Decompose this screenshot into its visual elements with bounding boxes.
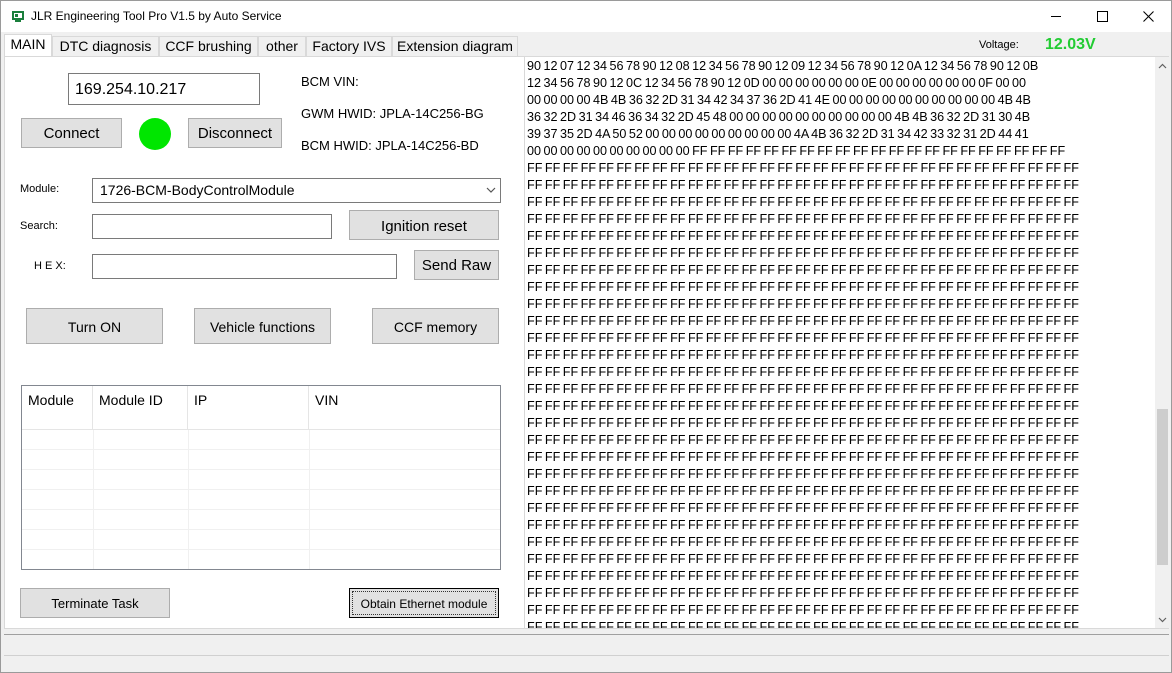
search-label: Search: <box>20 220 58 232</box>
hex-line: FF FF FF FF FF FF FF FF FF FF FF FF FF F… <box>527 161 1079 175</box>
table-row[interactable] <box>22 490 500 510</box>
column-header-module[interactable]: Module <box>22 386 93 430</box>
hex-line: 00 00 00 00 00 00 00 00 00 00 FF FF FF F… <box>527 144 1066 158</box>
scroll-up-icon <box>1158 63 1166 68</box>
table-row[interactable] <box>22 550 500 569</box>
gwm-hwid-label: GWM HWID: JPLA-14C256-BG <box>301 106 484 121</box>
hex-line: FF FF FF FF FF FF FF FF FF FF FF FF FF F… <box>527 314 1079 328</box>
chevron-down-icon <box>486 187 496 193</box>
hex-line: FF FF FF FF FF FF FF FF FF FF FF FF FF F… <box>527 297 1079 311</box>
connect-button[interactable]: Connect <box>21 118 122 148</box>
connection-status-indicator <box>139 118 171 150</box>
hex-line: FF FF FF FF FF FF FF FF FF FF FF FF FF F… <box>527 518 1079 532</box>
tab-ccf-brushing[interactable]: CCF brushing <box>159 36 258 57</box>
table-row[interactable] <box>22 430 500 450</box>
hex-line: FF FF FF FF FF FF FF FF FF FF FF FF FF F… <box>527 586 1079 600</box>
tab-factory-ivs[interactable]: Factory IVS <box>306 36 392 57</box>
bcm-vin-label: BCM VIN: <box>301 74 359 89</box>
hex-dump-textarea[interactable]: 90 12 07 12 34 56 78 90 12 08 12 34 56 7… <box>524 57 1155 628</box>
minimize-icon <box>1050 16 1061 17</box>
scroll-up-button[interactable] <box>1155 57 1169 74</box>
column-header-module-id[interactable]: Module ID <box>93 386 188 430</box>
bcm-hwid-label: BCM HWID: JPLA-14C256-BD <box>301 138 479 153</box>
hex-line: FF FF FF FF FF FF FF FF FF FF FF FF FF F… <box>527 195 1079 209</box>
close-icon <box>1142 11 1154 22</box>
hex-line: FF FF FF FF FF FF FF FF FF FF FF FF FF F… <box>527 433 1079 447</box>
hex-line: FF FF FF FF FF FF FF FF FF FF FF FF FF F… <box>527 603 1079 617</box>
tab-main[interactable]: MAIN <box>4 34 52 57</box>
module-select-value: 1726-BCM-BodyControlModule <box>100 182 295 198</box>
tab-other[interactable]: other <box>258 36 306 57</box>
hex-line: FF FF FF FF FF FF FF FF FF FF FF FF FF F… <box>527 212 1079 226</box>
table-row[interactable] <box>22 450 500 470</box>
hex-dump-scrollbar[interactable] <box>1155 57 1169 628</box>
hex-input[interactable] <box>92 254 397 279</box>
ip-address-input[interactable]: 169.254.10.217 <box>68 73 260 105</box>
close-button[interactable] <box>1125 1 1171 32</box>
search-input[interactable] <box>92 214 332 239</box>
table-row[interactable] <box>22 470 500 490</box>
hex-line: 90 12 07 12 34 56 78 90 12 08 12 34 56 7… <box>527 59 1039 73</box>
window-title: JLR Engineering Tool Pro V1.5 by Auto Se… <box>31 9 282 23</box>
hex-line: 36 32 2D 31 34 46 36 34 32 2D 45 48 00 0… <box>527 110 1031 124</box>
maximize-icon <box>1096 11 1108 22</box>
hex-line: FF FF FF FF FF FF FF FF FF FF FF FF FF F… <box>527 552 1079 566</box>
voltage-label: Voltage: <box>979 39 1019 51</box>
hex-line: FF FF FF FF FF FF FF FF FF FF FF FF FF F… <box>527 280 1079 294</box>
hex-line: FF FF FF FF FF FF FF FF FF FF FF FF FF F… <box>527 399 1079 413</box>
hex-line: FF FF FF FF FF FF FF FF FF FF FF FF FF F… <box>527 178 1079 192</box>
app-window: JLR Engineering Tool Pro V1.5 by Auto Se… <box>0 0 1172 673</box>
hex-line: 39 37 35 2D 4A 50 52 00 00 00 00 00 00 0… <box>527 127 1029 141</box>
tab-extension-diagram[interactable]: Extension diagram <box>392 36 518 57</box>
hex-line: FF FF FF FF FF FF FF FF FF FF FF FF FF F… <box>527 246 1079 260</box>
disconnect-button[interactable]: Disconnect <box>188 118 282 148</box>
table-header: Module Module ID IP VIN <box>22 386 500 430</box>
table-row[interactable] <box>22 530 500 550</box>
hex-line: FF FF FF FF FF FF FF FF FF FF FF FF FF F… <box>527 365 1079 379</box>
hex-line: FF FF FF FF FF FF FF FF FF FF FF FF FF F… <box>527 535 1079 549</box>
module-label: Module: <box>20 183 60 195</box>
hex-line: FF FF FF FF FF FF FF FF FF FF FF FF FF F… <box>527 501 1079 515</box>
hex-line: FF FF FF FF FF FF FF FF FF FF FF FF FF F… <box>527 467 1079 481</box>
hex-line: FF FF FF FF FF FF FF FF FF FF FF FF FF F… <box>527 620 1079 628</box>
column-header-ip[interactable]: IP <box>188 386 309 430</box>
tab-dtc-diagnosis[interactable]: DTC diagnosis <box>52 36 159 57</box>
send-raw-button[interactable]: Send Raw <box>414 250 499 280</box>
terminate-task-button[interactable]: Terminate Task <box>20 588 170 618</box>
ccf-memory-button[interactable]: CCF memory <box>372 308 499 344</box>
module-select[interactable]: 1726-BCM-BodyControlModule <box>92 178 501 203</box>
ignition-reset-button[interactable]: Ignition reset <box>349 210 499 240</box>
minimize-button[interactable] <box>1033 1 1079 32</box>
hex-line: FF FF FF FF FF FF FF FF FF FF FF FF FF F… <box>527 229 1079 243</box>
hex-line: 12 34 56 78 90 12 0C 12 34 56 78 90 12 0… <box>527 76 1026 90</box>
turn-on-button[interactable]: Turn ON <box>26 308 163 344</box>
hex-line: FF FF FF FF FF FF FF FF FF FF FF FF FF F… <box>527 569 1079 583</box>
hex-line: FF FF FF FF FF FF FF FF FF FF FF FF FF F… <box>527 450 1079 464</box>
hex-line: 00 00 00 00 4B 4B 36 32 2D 31 34 42 34 3… <box>527 93 1031 107</box>
main-panel: 169.254.10.217 Connect Disconnect BCM VI… <box>4 56 1169 629</box>
hex-line: FF FF FF FF FF FF FF FF FF FF FF FF FF F… <box>527 416 1079 430</box>
hex-line: FF FF FF FF FF FF FF FF FF FF FF FF FF F… <box>527 382 1079 396</box>
status-bar <box>4 634 1169 656</box>
app-icon <box>12 11 24 22</box>
scroll-thumb[interactable] <box>1157 409 1168 565</box>
hex-line: FF FF FF FF FF FF FF FF FF FF FF FF FF F… <box>527 331 1079 345</box>
scroll-down-button[interactable] <box>1155 611 1169 628</box>
module-table[interactable]: Module Module ID IP VIN <box>21 385 501 570</box>
hex-dump-content: 90 12 07 12 34 56 78 90 12 08 12 34 56 7… <box>527 58 1152 628</box>
maximize-button[interactable] <box>1079 1 1125 32</box>
title-bar: JLR Engineering Tool Pro V1.5 by Auto Se… <box>1 1 1171 32</box>
scroll-down-icon <box>1158 617 1166 622</box>
vehicle-functions-button[interactable]: Vehicle functions <box>194 308 331 344</box>
voltage-value: 12.03V <box>1045 36 1096 53</box>
table-row[interactable] <box>22 510 500 530</box>
hex-line: FF FF FF FF FF FF FF FF FF FF FF FF FF F… <box>527 263 1079 277</box>
hex-label: H E X: <box>34 260 66 272</box>
obtain-ethernet-module-button[interactable]: Obtain Ethernet module <box>349 588 499 618</box>
hex-line: FF FF FF FF FF FF FF FF FF FF FF FF FF F… <box>527 348 1079 362</box>
column-header-vin[interactable]: VIN <box>309 386 500 430</box>
hex-line: FF FF FF FF FF FF FF FF FF FF FF FF FF F… <box>527 484 1079 498</box>
